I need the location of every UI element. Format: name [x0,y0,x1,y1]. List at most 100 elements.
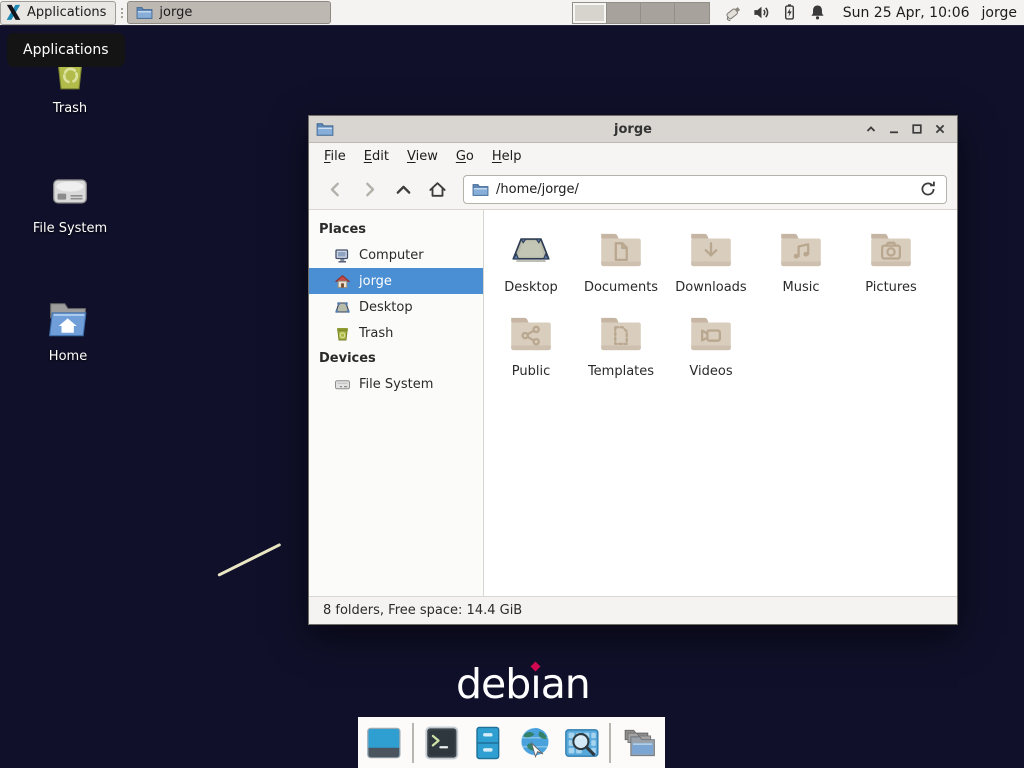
workspace-4[interactable] [674,3,708,23]
folder-templates-icon [596,309,646,359]
back-button[interactable] [319,174,351,204]
status-text: 8 folders, Free space: 14.4 GiB [323,603,522,618]
drive-icon [44,166,96,218]
user-menu[interactable]: jorge [982,5,1017,21]
workspace-1[interactable] [573,3,606,23]
file-item-label: Templates [588,364,654,379]
file-item-downloads[interactable]: Downloads [666,225,756,295]
xorg-logo-icon [4,3,23,22]
workspace-switcher [572,2,710,24]
dock-app-finder[interactable] [563,724,601,762]
shade-button[interactable] [863,121,879,137]
debian-wallpaper-logo: debıan [456,660,590,708]
file-icon-view[interactable]: DesktopDocuments Downloads Music Pictures Pu… [484,210,957,596]
home-folder-icon [42,294,94,346]
location-bar[interactable]: /home/jorge/ [463,175,947,204]
desktop-icon-label: Trash [53,101,87,116]
applications-tooltip: Applications [7,33,125,67]
sidebar-item-label: Computer [359,248,424,263]
top-panel: Applications jorge Sun 25 Apr, 10:06 jor… [0,0,1024,26]
sidebar-header-places: Places [309,217,483,242]
file-item-videos[interactable]: Videos [666,309,756,379]
file-item-public[interactable]: Public [486,309,576,379]
taskbar-item[interactable]: jorge [127,1,331,24]
home-button[interactable] [421,174,453,204]
file-manager-window: jorge FileEditViewGoHelp /home/jorge/ Pl… [308,115,958,625]
sidebar-item-label: File System [359,377,433,392]
sidebar-item-label: jorge [359,274,392,289]
menu-help[interactable]: Help [483,145,531,168]
desktop-icon-home[interactable]: Home [16,294,120,364]
sidebar: PlacesComputerjorgeDesktopTrashDevicesFi… [309,210,484,596]
menu-file[interactable]: File [315,145,355,168]
workspace-3[interactable] [640,3,674,23]
file-item-desktop[interactable]: Desktop [486,225,576,295]
dock-web-browser[interactable] [516,724,554,762]
forward-button[interactable] [353,174,385,204]
system-tray [724,3,827,22]
up-icon [393,179,414,200]
file-item-label: Downloads [675,280,746,295]
toolbar: /home/jorge/ [309,169,957,210]
trash-icon [334,325,351,342]
volume-icon[interactable] [752,3,771,22]
desktop-special-icon [506,225,556,275]
back-icon [325,179,346,200]
menu-go[interactable]: Go [447,145,483,168]
file-item-pictures[interactable]: Pictures [846,225,936,295]
applications-button[interactable]: Applications [0,1,116,25]
file-item-label: Public [512,364,550,379]
maximize-button[interactable] [909,121,925,137]
sidebar-item-computer[interactable]: Computer [309,242,483,268]
folder-music-icon [776,225,826,275]
sidebar-item-jorge[interactable]: jorge [309,268,483,294]
close-button[interactable] [932,121,948,137]
sidebar-item-desktop[interactable]: Desktop [309,294,483,320]
menu-view[interactable]: View [398,145,447,168]
jorge-icon [334,273,351,290]
minimize-button[interactable] [886,121,902,137]
location-folder-icon [472,182,489,197]
file-item-music[interactable]: Music [756,225,846,295]
file-item-label: Music [783,280,820,295]
sidebar-item-file-system[interactable]: File System [309,371,483,397]
computer-icon [334,247,351,264]
file-system-icon [334,376,351,393]
file-item-label: Pictures [865,280,916,295]
dock-directory-menu[interactable] [620,724,658,762]
dock-separator [609,723,611,763]
folder-icon [136,5,153,20]
notifications-icon[interactable] [808,3,827,22]
clock[interactable]: Sun 25 Apr, 10:06 [843,5,970,21]
menu-edit[interactable]: Edit [355,145,398,168]
dock-terminal[interactable] [423,724,461,762]
workspace-2[interactable] [606,3,640,23]
dock-file-manager[interactable] [469,724,507,762]
desktop-icon-label: Home [49,349,87,364]
reload-button[interactable] [918,179,938,199]
network-icon[interactable] [724,3,743,22]
desktop-icon [334,299,351,316]
battery-icon[interactable] [780,3,799,22]
dock [358,717,665,768]
folder-documents-icon [596,225,646,275]
desktop-icon-file-system[interactable]: File System [18,166,122,236]
forward-icon [359,179,380,200]
panel-handle[interactable] [118,3,125,23]
menu-bar: FileEditViewGoHelp [309,143,957,169]
taskbar-item-label: jorge [159,5,192,20]
folder-pictures-icon [866,225,916,275]
window-titlebar[interactable]: jorge [309,116,957,143]
dock-show-desktop[interactable] [365,724,403,762]
debian-logo-i: ı [530,660,540,708]
home-icon [427,179,448,200]
sidebar-item-trash[interactable]: Trash [309,320,483,346]
window-title: jorge [309,122,957,137]
sidebar-item-label: Desktop [359,300,413,315]
location-path: /home/jorge/ [496,182,579,197]
file-item-documents[interactable]: Documents [576,225,666,295]
file-item-templates[interactable]: Templates [576,309,666,379]
folder-videos-icon [686,309,736,359]
folder-public-icon [506,309,556,359]
up-button[interactable] [387,174,419,204]
